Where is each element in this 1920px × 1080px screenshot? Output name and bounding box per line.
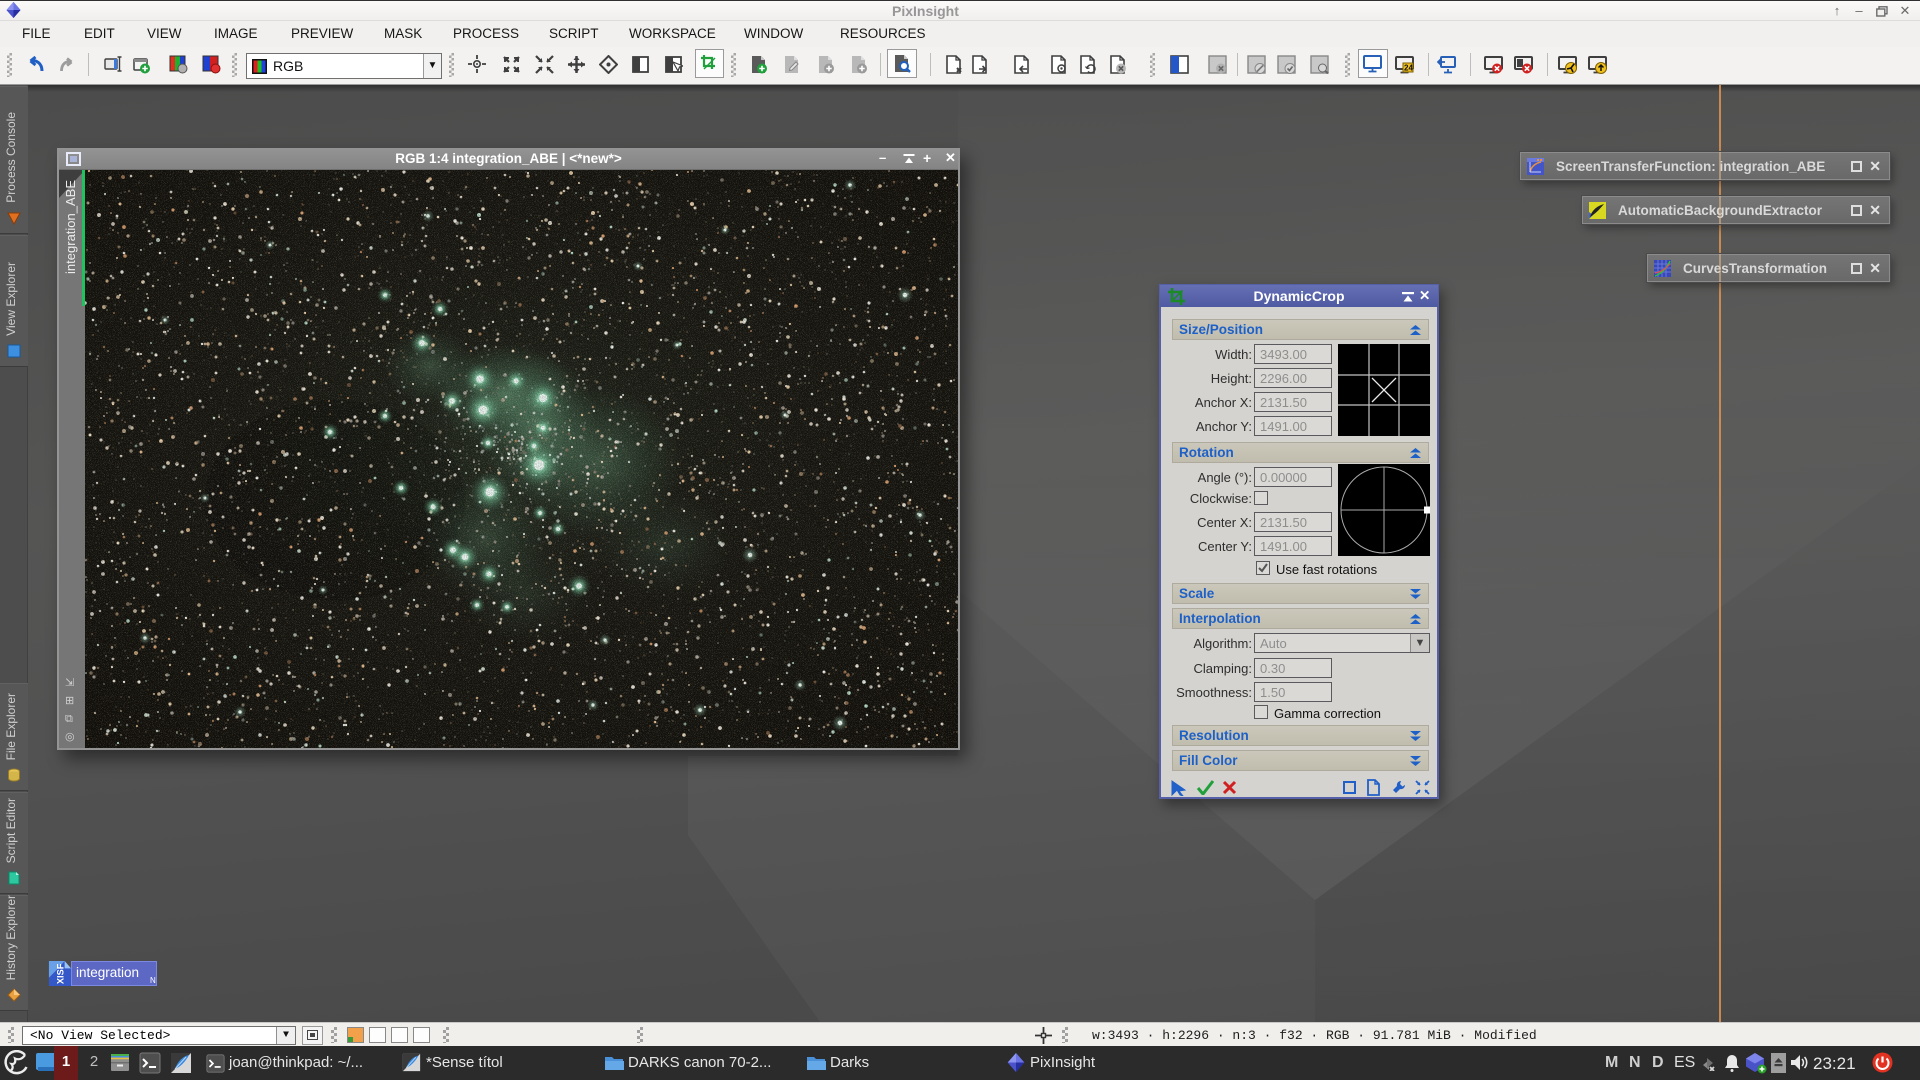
- svg-text:24: 24: [1404, 64, 1413, 73]
- svg-text:XISF: XISF: [56, 963, 66, 984]
